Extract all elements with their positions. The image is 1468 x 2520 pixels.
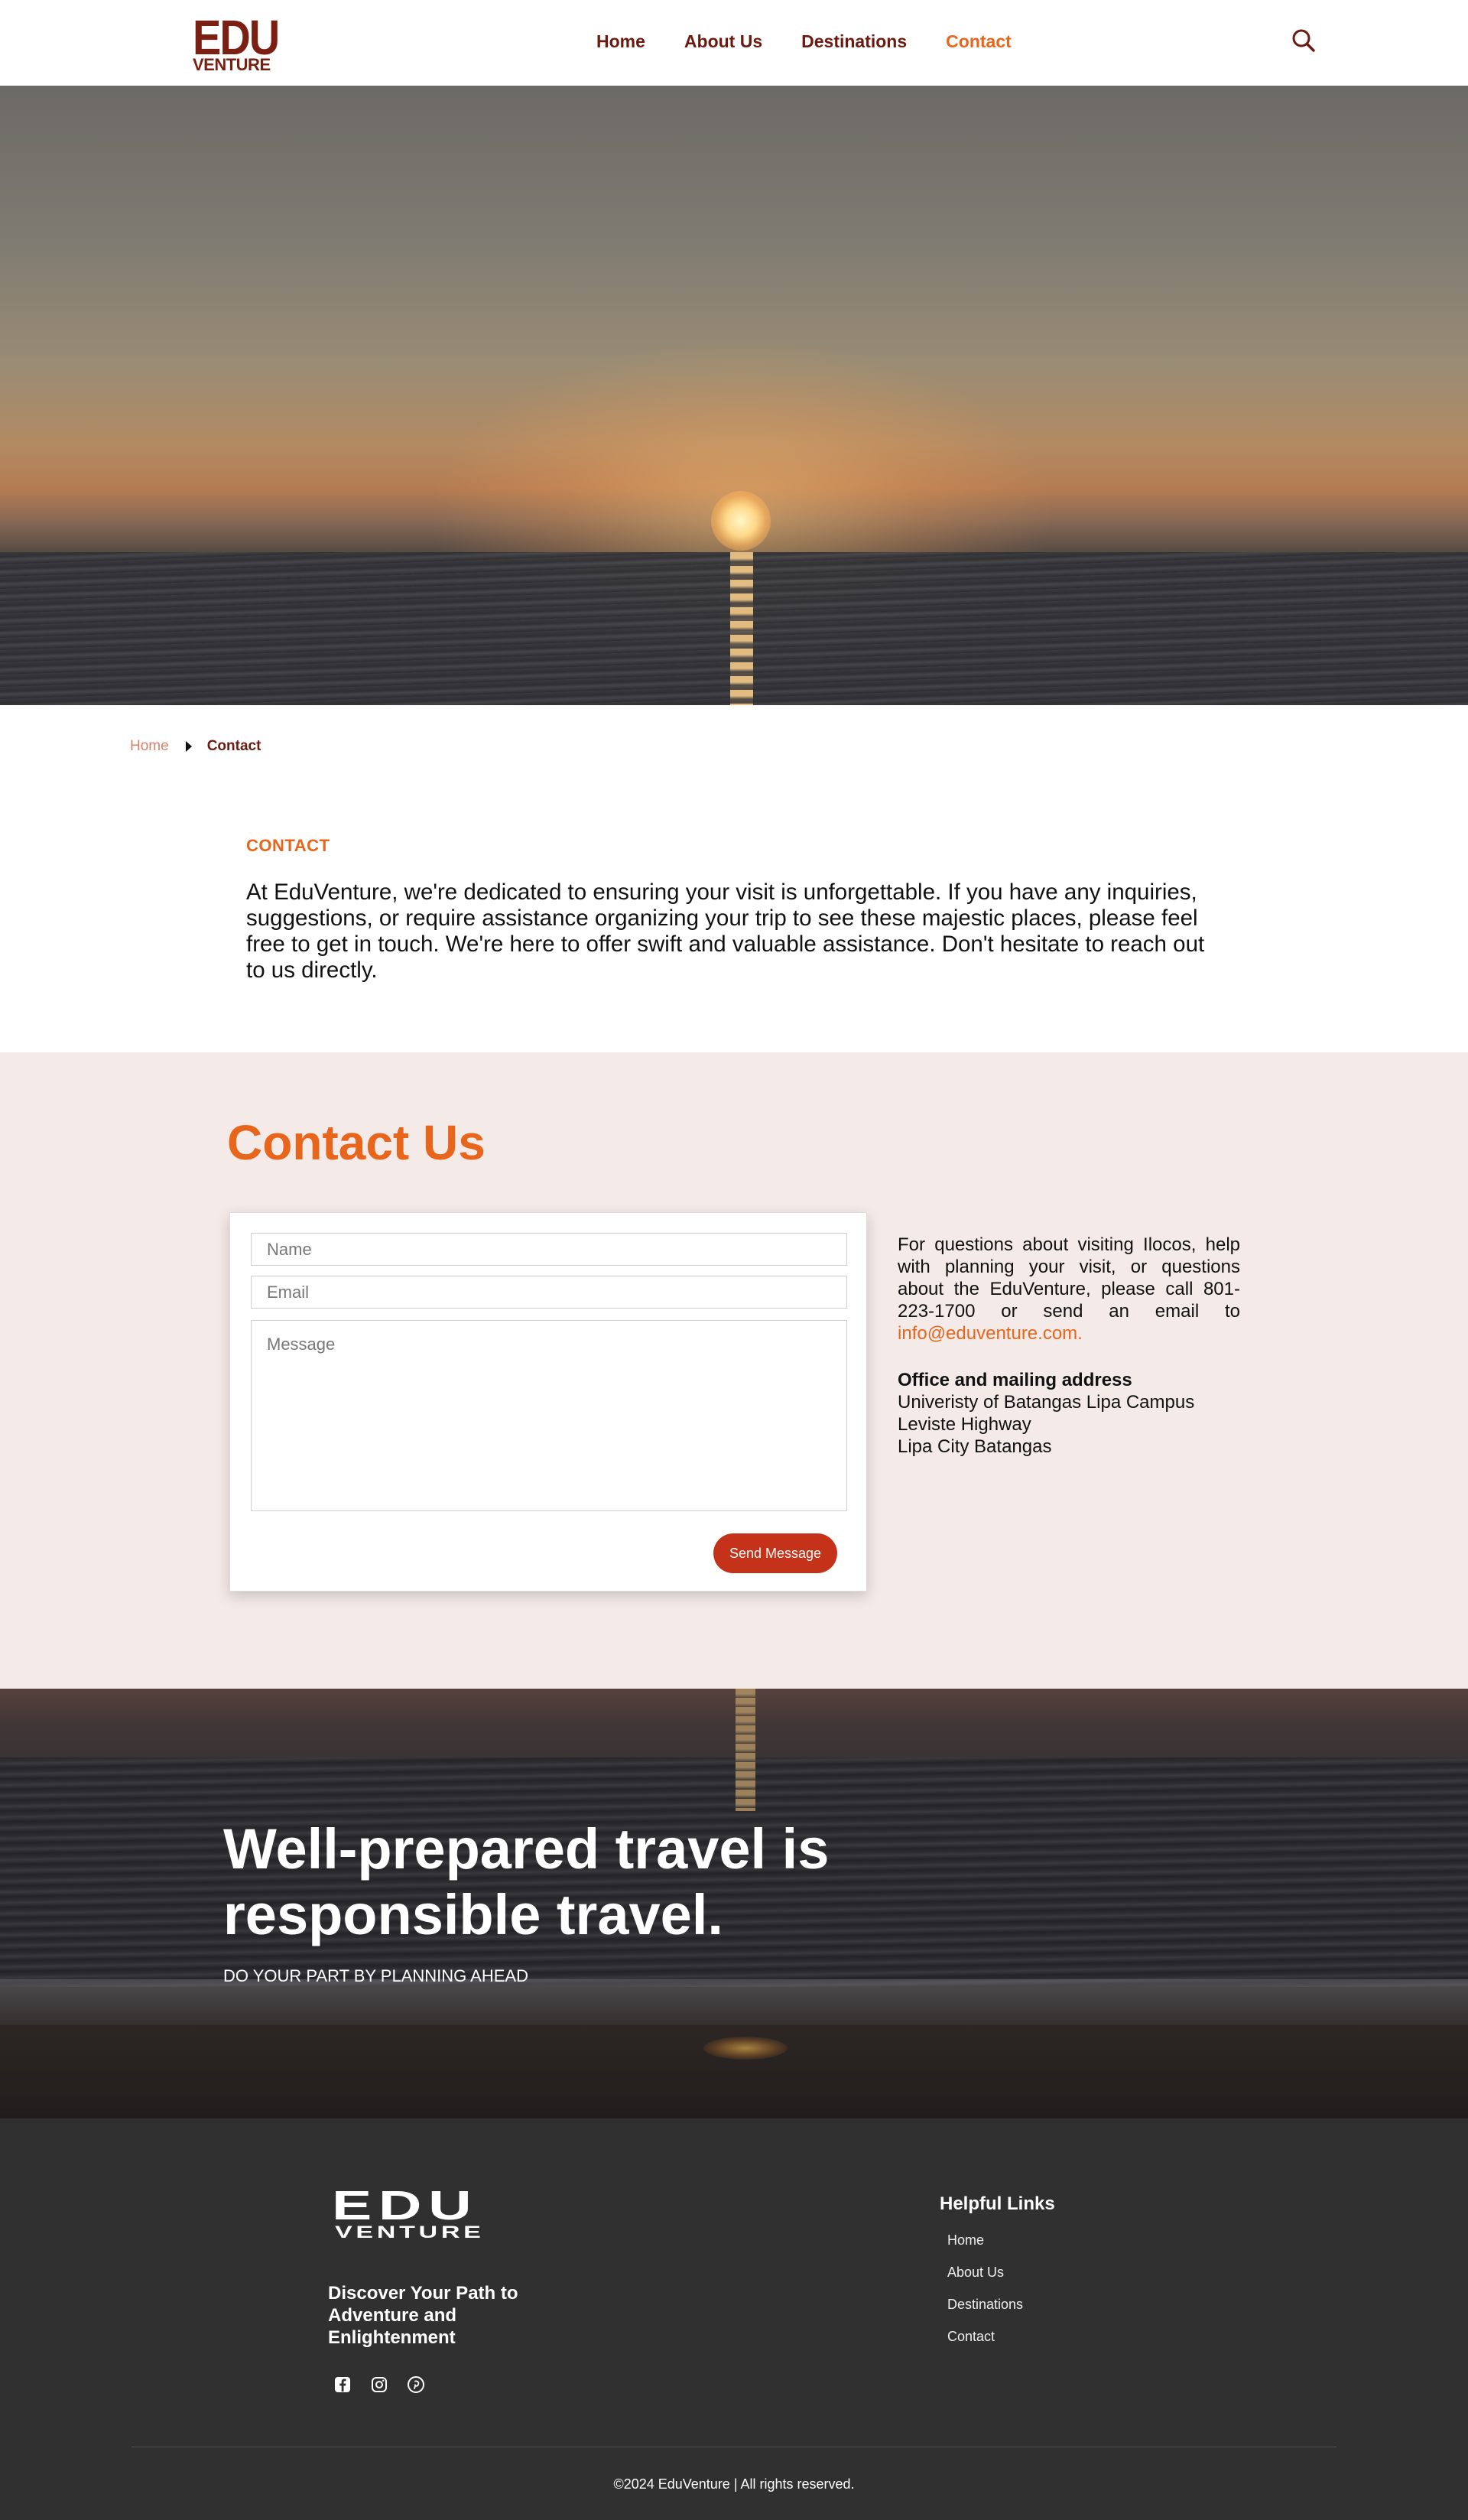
facebook-icon[interactable] xyxy=(333,2375,352,2394)
pinterest-icon[interactable] xyxy=(407,2375,425,2394)
contact-email-link[interactable]: info@eduventure.com. xyxy=(898,1323,1083,1344)
footer-link-contact[interactable]: Contact xyxy=(947,2328,1023,2345)
section-label: CONTACT xyxy=(246,836,330,855)
main-menu: Home About Us Destinations Contact xyxy=(596,31,1051,52)
office-title: Office and mailing address xyxy=(898,1370,1132,1390)
instagram-icon[interactable] xyxy=(370,2375,388,2394)
breadcrumb-home[interactable]: Home xyxy=(130,738,169,755)
intro-paragraph: At EduVenture, we're dedicated to ensuri… xyxy=(246,880,1205,983)
hero-sunset-image xyxy=(0,86,1468,705)
banner-title: Well-prepared travel is responsible trav… xyxy=(223,1817,830,1946)
office-line: Lipa City Batangas xyxy=(898,1436,1052,1457)
site-logo[interactable]: EDU VENTURE xyxy=(193,9,280,73)
breadcrumb: Home Contact xyxy=(130,738,261,755)
sun-reflection xyxy=(730,552,753,705)
nav-about-us[interactable]: About Us xyxy=(684,31,762,52)
footer-logo[interactable]: EDU VENTURE xyxy=(332,2185,517,2241)
caret-right-icon xyxy=(185,741,192,752)
email-input[interactable] xyxy=(251,1276,847,1309)
contact-info-body: For questions about visiting Ilocos, hel… xyxy=(898,1234,1240,1322)
social-links xyxy=(333,2375,425,2394)
helpful-links-title: Helpful Links xyxy=(940,2193,1055,2214)
nav-home[interactable]: Home xyxy=(596,31,645,52)
copyright-text: ©2024 EduVenture | All rights reserved. xyxy=(613,2476,855,2492)
contact-info-text: For questions about visiting Ilocos, hel… xyxy=(898,1234,1240,1345)
contact-title: Contact Us xyxy=(227,1115,486,1170)
footer-logo-top: EDU xyxy=(332,2183,479,2229)
helpful-links-list: Home About Us Destinations Contact xyxy=(947,2232,1023,2360)
banner-subtitle: DO YOUR PART BY PLANNING AHEAD xyxy=(223,1966,528,1985)
name-input[interactable] xyxy=(251,1233,847,1266)
footer-link-about-us[interactable]: About Us xyxy=(947,2264,1023,2281)
message-textarea[interactable] xyxy=(251,1320,847,1511)
top-navbar: EDU VENTURE Home About Us Destinations C… xyxy=(0,0,1468,86)
office-line: Univeristy of Batangas Lipa Campus xyxy=(898,1392,1195,1413)
footer-tagline: Discover Your Path to Adventure and Enli… xyxy=(328,2283,518,2348)
nav-contact[interactable]: Contact xyxy=(946,31,1012,52)
search-icon[interactable] xyxy=(1291,28,1317,54)
office-address: Office and mailing address Univeristy of… xyxy=(898,1369,1194,1458)
sun xyxy=(711,491,771,551)
footer-link-home[interactable]: Home xyxy=(947,2232,1023,2248)
breadcrumb-current: Contact xyxy=(206,738,261,754)
contact-form: Send Message xyxy=(229,1212,867,1592)
footer-logo-bottom: VENTURE xyxy=(335,2222,485,2242)
nav-destinations[interactable]: Destinations xyxy=(801,31,907,52)
office-line: Leviste Highway xyxy=(898,1414,1031,1435)
logo-text-top: EDU xyxy=(193,9,280,65)
footer-link-destinations[interactable]: Destinations xyxy=(947,2296,1023,2313)
send-message-button[interactable]: Send Message xyxy=(713,1533,837,1573)
footer xyxy=(0,2118,1468,2520)
